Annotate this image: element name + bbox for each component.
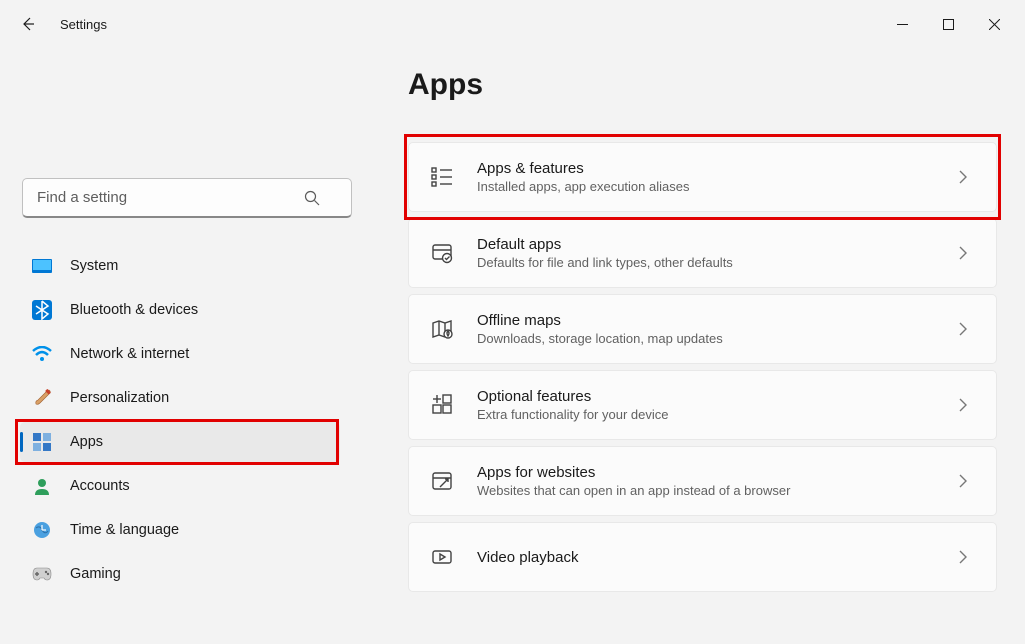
sidebar-item-label: Time & language: [70, 522, 179, 538]
clock-icon: [32, 520, 52, 540]
sidebar-item-label: Gaming: [70, 566, 121, 582]
sidebar: System Bluetooth & devices Network & inter…: [0, 48, 360, 644]
sidebar-item-gaming[interactable]: Gaming: [20, 554, 340, 594]
sidebar-item-label: Accounts: [70, 478, 130, 494]
back-button[interactable]: [8, 4, 48, 44]
chevron-right-icon: [958, 170, 976, 184]
add-grid-icon: [429, 392, 455, 418]
card-subtitle: Installed apps, app execution aliases: [477, 179, 936, 194]
sidebar-item-personalization[interactable]: Personalization: [20, 378, 340, 418]
wifi-icon: [32, 344, 52, 364]
sidebar-item-label: Bluetooth & devices: [70, 302, 198, 318]
sidebar-item-apps[interactable]: Apps: [20, 422, 340, 462]
sidebar-item-accounts[interactable]: Accounts: [20, 466, 340, 506]
sidebar-item-label: Network & internet: [70, 346, 189, 362]
card-offline-maps[interactable]: Offline maps Downloads, storage location,…: [408, 294, 997, 364]
apps-icon: [32, 432, 52, 452]
card-subtitle: Defaults for file and link types, other …: [477, 255, 936, 270]
card-title: Apps & features: [477, 160, 936, 177]
minimize-button[interactable]: [879, 8, 925, 40]
sidebar-item-bluetooth-devices[interactable]: Bluetooth & devices: [20, 290, 340, 330]
chevron-right-icon: [958, 322, 976, 336]
content-area: Apps Apps & features Installed apps, app …: [360, 48, 1025, 644]
card-title: Apps for websites: [477, 464, 936, 481]
sidebar-item-time-language[interactable]: Time & language: [20, 510, 340, 550]
card-optional-features[interactable]: Optional features Extra functionality for…: [408, 370, 997, 440]
back-arrow-icon: [20, 16, 36, 32]
card-subtitle: Extra functionality for your device: [477, 407, 936, 422]
system-icon: [32, 256, 52, 276]
video-icon: [429, 544, 455, 570]
title-bar: Settings: [0, 0, 1025, 48]
card-video-playback[interactable]: Video playback: [408, 522, 997, 592]
sidebar-item-label: Apps: [70, 434, 103, 450]
minimize-icon: [897, 19, 908, 30]
list-icon: [429, 164, 455, 190]
sidebar-item-network-internet[interactable]: Network & internet: [20, 334, 340, 374]
close-icon: [989, 19, 1000, 30]
maximize-icon: [943, 19, 954, 30]
card-title: Video playback: [477, 549, 936, 566]
window-title: Settings: [60, 17, 107, 32]
chevron-right-icon: [958, 398, 976, 412]
search-field-wrap: [20, 178, 340, 218]
sidebar-item-label: Personalization: [70, 390, 169, 406]
sidebar-item-label: System: [70, 258, 118, 274]
page-title: Apps: [408, 68, 997, 102]
maximize-button[interactable]: [925, 8, 971, 40]
bluetooth-icon: [32, 300, 52, 320]
card-apps-for-websites[interactable]: Apps for websites Websites that can open …: [408, 446, 997, 516]
card-title: Optional features: [477, 388, 936, 405]
chevron-right-icon: [958, 246, 976, 260]
brush-icon: [32, 388, 52, 408]
card-default-apps[interactable]: Default apps Defaults for file and link t…: [408, 218, 997, 288]
card-title: Default apps: [477, 236, 936, 253]
map-icon: [429, 316, 455, 342]
card-subtitle: Websites that can open in an app instead…: [477, 483, 936, 498]
card-apps-features[interactable]: Apps & features Installed apps, app execu…: [408, 142, 997, 212]
open-external-icon: [429, 468, 455, 494]
sidebar-item-system[interactable]: System: [20, 246, 340, 286]
card-subtitle: Downloads, storage location, map updates: [477, 331, 936, 346]
window-controls: [879, 8, 1017, 40]
gamepad-icon: [32, 564, 52, 584]
card-title: Offline maps: [477, 312, 936, 329]
search-input[interactable]: [22, 178, 352, 218]
close-button[interactable]: [971, 8, 1017, 40]
chevron-right-icon: [958, 474, 976, 488]
account-icon: [32, 476, 52, 496]
default-apps-icon: [429, 240, 455, 266]
chevron-right-icon: [958, 550, 976, 564]
